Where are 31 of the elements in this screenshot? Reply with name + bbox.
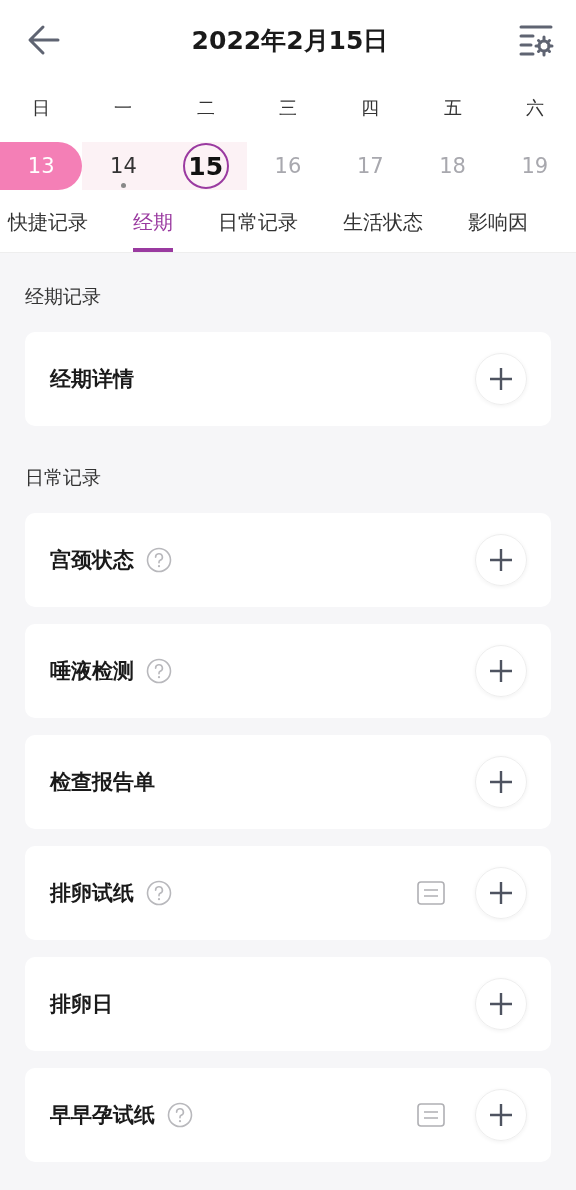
tab[interactable]: 生活状态 — [343, 196, 423, 252]
record-name: 排卵日 — [50, 991, 113, 1018]
tab[interactable]: 快捷记录 — [8, 196, 88, 252]
plus-icon — [489, 770, 513, 794]
plus-icon — [489, 367, 513, 391]
record-name: 宫颈状态 — [50, 547, 134, 574]
plus-icon — [489, 1103, 513, 1127]
page-title: 2022年2月15日 — [191, 24, 389, 57]
weekday-label: 二 — [196, 96, 215, 120]
weekday-label: 三 — [279, 96, 297, 120]
tab[interactable]: 经期 — [133, 196, 173, 252]
record-name: 经期详情 — [50, 366, 134, 393]
weekday-label: 五 — [443, 96, 462, 120]
record-name: 早早孕试纸 — [50, 1102, 155, 1129]
calendar-day[interactable]: 15 — [182, 143, 229, 189]
section-title: 日常记录 — [25, 465, 102, 490]
plus-icon — [489, 659, 513, 683]
record-name: 排卵试纸 — [50, 880, 134, 907]
weekday-label: 六 — [525, 96, 544, 120]
tab[interactable]: 影响因 — [468, 196, 528, 252]
section-title: 经期记录 — [25, 284, 102, 309]
weekday-label: 四 — [361, 96, 380, 120]
weekday-label: 一 — [114, 96, 133, 120]
plus-icon — [489, 881, 513, 905]
weekday-label: 日 — [32, 96, 51, 120]
record-name: 检查报告单 — [50, 769, 155, 796]
tab[interactable]: 日常记录 — [218, 196, 298, 252]
calendar-day[interactable]: 14 — [100, 143, 147, 189]
plus-icon — [489, 548, 513, 572]
record-name: 唾液检测 — [50, 658, 134, 685]
plus-icon — [489, 992, 513, 1016]
